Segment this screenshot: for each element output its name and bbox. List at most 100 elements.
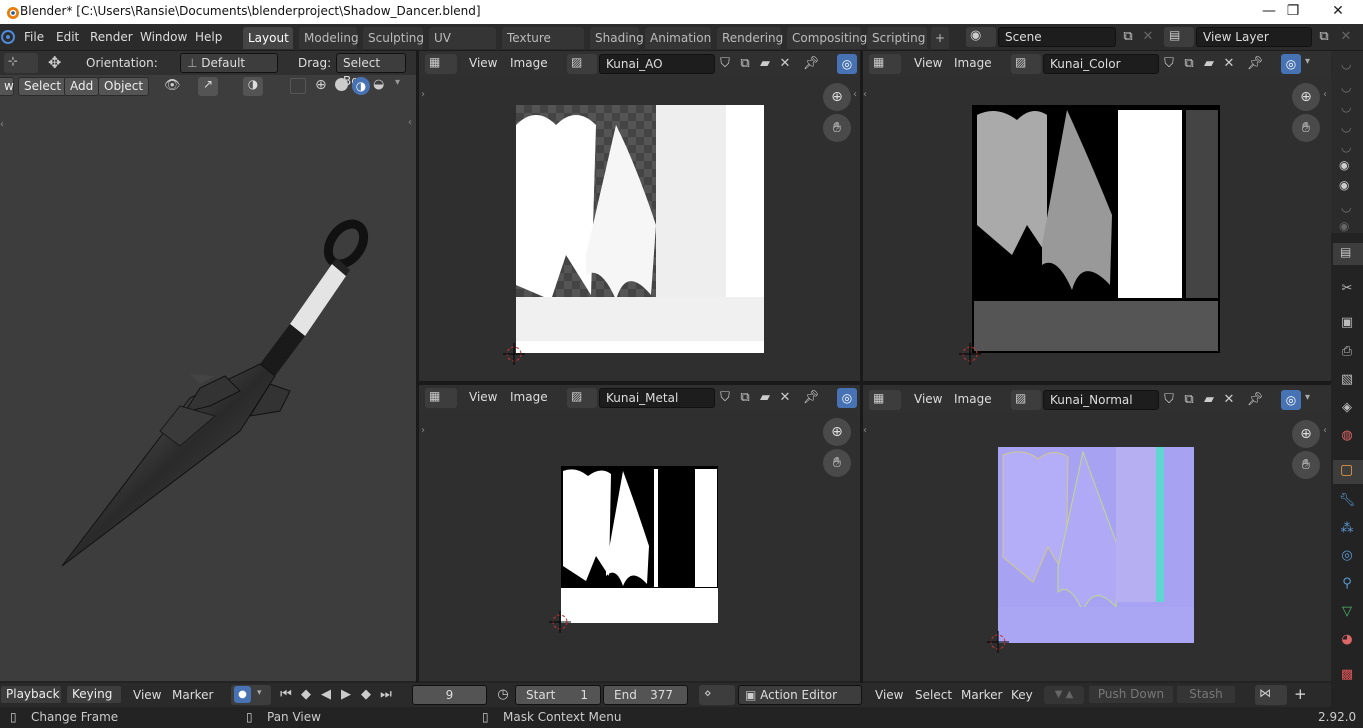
editor-type-button[interactable]: ▦	[425, 388, 457, 408]
add-workspace-button[interactable]: +	[931, 27, 949, 49]
new-image-icon[interactable]: ⧉	[735, 54, 755, 74]
shading-dropdown-icon[interactable]: ▾	[395, 77, 400, 88]
unlink-image-icon[interactable]: ✕	[1219, 54, 1239, 74]
kunai-model[interactable]	[50, 216, 380, 576]
tab-layout[interactable]: Layout	[243, 27, 293, 49]
jump-end-icon[interactable]: ⏭	[376, 685, 396, 705]
menu-help[interactable]: Help	[191, 28, 226, 47]
solid-shading-icon[interactable]	[335, 78, 348, 91]
scene-name-field[interactable]: Scene	[998, 27, 1116, 47]
menu-marker[interactable]: Marker	[961, 688, 1002, 702]
image-name-field[interactable]: Kunai_Normal	[1043, 390, 1159, 410]
object-props-tab[interactable]: ▢	[1333, 460, 1363, 484]
close-button[interactable]: ✕	[1315, 0, 1361, 24]
pan-hand-icon[interactable]: ✋︎	[823, 449, 851, 477]
overlay-icon[interactable]: ◑	[243, 77, 263, 96]
pin-icon[interactable]: 📌︎	[1245, 54, 1265, 74]
eye-icon[interactable]: ◉	[1339, 178, 1349, 192]
action-up-down-icon[interactable]: ▼ ▲	[1044, 686, 1084, 704]
editor-type-button[interactable]: ⋄	[699, 685, 735, 705]
zoom-icon[interactable]: ⊕	[1292, 420, 1320, 448]
collapse-icon[interactable]: ◡	[1341, 140, 1351, 154]
tab-animation[interactable]: Animation	[645, 27, 711, 49]
delete-view-layer-icon[interactable]: ✕	[1336, 27, 1356, 47]
gizmo-toggle-icon[interactable]: ◎	[1281, 390, 1301, 410]
open-image-icon[interactable]: ▰	[1199, 54, 1219, 74]
editor-type-button[interactable]: ⊹	[4, 53, 38, 73]
browse-image-button[interactable]: ▨	[567, 388, 597, 408]
tab-modeling[interactable]: Modeling	[299, 27, 359, 49]
dropdown-icon[interactable]: ▾	[1305, 56, 1310, 67]
tab-texture-paint[interactable]: Texture Paint	[502, 27, 584, 67]
toolbar-toggle-icon[interactable]: ‹	[863, 89, 867, 100]
menu-add[interactable]: Add	[64, 77, 100, 96]
sidebar-toggle-icon[interactable]: ‹	[1323, 425, 1327, 436]
browse-image-button[interactable]: ▨	[1011, 390, 1041, 410]
view-layer-props-icon[interactable]: ▧	[1338, 371, 1356, 389]
tab-rendering[interactable]: Rendering	[717, 27, 783, 49]
view-layer-field[interactable]: View Layer	[1196, 27, 1312, 47]
collapse-icon[interactable]: ◡	[1341, 100, 1351, 114]
pan-hand-icon[interactable]: ✋︎	[1292, 451, 1320, 479]
menu-render[interactable]: Render	[86, 28, 137, 47]
menu-select[interactable]: Select	[18, 77, 68, 96]
menu-view[interactable]: View	[469, 56, 497, 70]
start-frame-field[interactable]: Start 1	[515, 685, 601, 705]
collapse-icon[interactable]: ◡	[1341, 200, 1351, 214]
data-mesh-icon[interactable]: ▽	[1338, 603, 1356, 621]
menu-edit[interactable]: Edit	[52, 28, 83, 47]
world-icon[interactable]: ◍	[1338, 427, 1356, 445]
stopwatch-icon[interactable]: ◷	[493, 685, 513, 705]
gizmo-toggle-icon[interactable]: ◎	[837, 54, 857, 74]
pin-icon[interactable]: 📌︎	[801, 54, 821, 74]
image-editor-color[interactable]: ▦ View Image ▨ Kunai_Color ⛉ ⧉ ▰ ✕ 📌︎ ◎ …	[863, 51, 1331, 381]
modifier-wrench-icon[interactable]: 🔧︎	[1338, 492, 1356, 510]
pan-hand-icon[interactable]: ✋︎	[823, 114, 851, 142]
image-editor-ao[interactable]: ▦ View Image ▨ Kunai_AO ⛉ ⧉ ▰ ✕ 📌︎ ◎ › ‹…	[419, 51, 860, 381]
pin-icon[interactable]: 📌︎	[1245, 390, 1265, 410]
scene-selector-button[interactable]: ◉	[966, 27, 996, 47]
zoom-icon[interactable]: ⊕	[1292, 83, 1320, 111]
visibility-icon[interactable]: 👁︎	[164, 78, 181, 93]
auto-keying-toggle[interactable]: ● ▾	[231, 685, 271, 705]
editor-type-button[interactable]: ▦	[869, 54, 901, 74]
maximize-button[interactable]: ❐	[1270, 0, 1316, 24]
tab-shading[interactable]: Shading	[590, 27, 644, 49]
xray-icon[interactable]	[290, 78, 306, 94]
menu-view[interactable]: View	[133, 688, 161, 702]
image-name-field[interactable]: Kunai_AO	[599, 54, 715, 74]
new-scene-icon[interactable]: ⧉	[1118, 27, 1138, 47]
fake-user-icon[interactable]: ⛉	[715, 388, 735, 408]
texture-checker-icon[interactable]: ▩	[1338, 666, 1356, 684]
toolbar-toggle-icon[interactable]: ›	[421, 89, 425, 100]
menu-image[interactable]: Image	[954, 392, 992, 406]
browse-image-button[interactable]: ▨	[1011, 54, 1041, 74]
tool-icon[interactable]: ✂	[1338, 280, 1356, 298]
toolbar-toggle-icon[interactable]: ›	[421, 425, 425, 436]
editor-type-button[interactable]: ▦	[425, 54, 457, 74]
zoom-icon[interactable]: ⊕	[823, 418, 851, 446]
toolbar-toggle-icon[interactable]: ‹	[863, 425, 867, 436]
image-editor-metal[interactable]: ▦ View Image ▨ Kunai_Metal ⛉ ⧉ ▰ ✕ 📌︎ ◎ …	[419, 385, 860, 681]
menu-file[interactable]: File	[20, 28, 48, 47]
new-image-icon[interactable]: ⧉	[735, 388, 755, 408]
mode-dropdown[interactable]: ▣ Action Editor	[738, 685, 862, 705]
jump-keyframe-forward-icon[interactable]: ◆	[356, 685, 376, 705]
menu-view[interactable]: w	[0, 77, 14, 96]
sidebar-toggle-icon[interactable]: ‹	[1323, 89, 1327, 100]
view-layer-selector-button[interactable]: ▤	[1164, 27, 1194, 47]
material-shading-icon[interactable]: ◑	[352, 77, 370, 95]
menu-view[interactable]: View	[914, 392, 942, 406]
snap-button[interactable]: ⋈	[1255, 685, 1287, 705]
keying-menu[interactable]: Keying ▾	[66, 685, 122, 718]
render-icon[interactable]: ▣	[1338, 314, 1356, 332]
playback-menu[interactable]: Playback ▾	[0, 685, 62, 718]
menu-marker[interactable]: Marker	[172, 688, 213, 702]
physics-icon[interactable]: ◎	[1338, 547, 1356, 565]
particles-icon[interactable]: ⁂	[1338, 520, 1356, 538]
toolbar-toggle-icon[interactable]: ‹	[0, 119, 4, 130]
play-reverse-icon[interactable]: ◀	[316, 685, 336, 705]
play-icon[interactable]: ▶	[336, 685, 356, 705]
open-image-icon[interactable]: ▰	[755, 388, 775, 408]
push-down-button[interactable]: Push Down	[1088, 685, 1174, 704]
